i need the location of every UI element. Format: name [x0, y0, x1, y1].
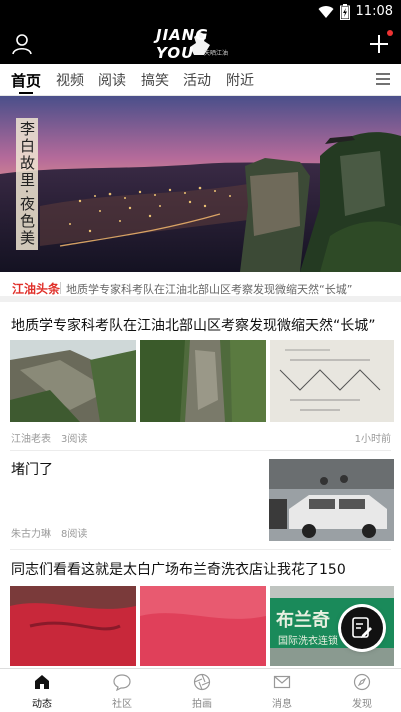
tab-video[interactable]: 视频 — [56, 70, 84, 90]
tab-reading[interactable]: 阅读 — [98, 70, 126, 90]
bottom-navigation: 动态 社区 拍画 消息 发现 — [0, 668, 401, 712]
tab-events[interactable]: 活动 — [183, 70, 211, 90]
battery-icon — [339, 4, 350, 20]
nav-label: 拍画 — [192, 699, 212, 710]
article-thumbnail — [10, 586, 136, 666]
tab-nearby[interactable]: 附近 — [226, 70, 254, 90]
hero-banner[interactable]: 李白故里·夜色美 — [0, 96, 401, 272]
wifi-icon — [318, 6, 334, 19]
article-thumbnail — [270, 340, 394, 422]
category-tabs: 首页 视频 阅读 搞笑 活动 附近 — [0, 64, 401, 96]
nav-item-feed[interactable]: 动态 — [12, 673, 72, 710]
nav-item-messages[interactable]: 消息 — [252, 673, 312, 710]
menu-icon[interactable] — [375, 72, 391, 86]
nav-label: 动态 — [32, 699, 52, 710]
sign-subtext: 国际洗衣连锁 — [278, 634, 338, 647]
app-logo: JIANG YOU 天晒江油 — [156, 26, 246, 62]
plus-icon — [370, 35, 388, 53]
article-author: 江油老表 — [11, 434, 51, 445]
article-author: 朱古力琳 — [11, 529, 51, 540]
sign-text: 布兰奇 — [276, 609, 330, 631]
article-reads: 8阅读 — [61, 529, 88, 540]
status-time: 11:08 — [355, 4, 393, 19]
chat-bubble-icon — [113, 674, 131, 691]
nav-label: 发现 — [352, 699, 372, 710]
status-bar: 11:08 — [0, 0, 401, 24]
nav-item-discover[interactable]: 发现 — [332, 673, 392, 710]
banner-image — [0, 96, 401, 272]
banner-caption: 李白故里·夜色美 — [16, 118, 38, 250]
tab-home[interactable]: 首页 — [11, 70, 41, 94]
logo-text: JIANG YOU — [156, 26, 209, 62]
article-thumbnail — [10, 340, 136, 422]
home-icon — [35, 675, 49, 689]
compass-icon — [353, 673, 371, 691]
article-item[interactable]: 堵门了 朱古力琳 8阅读 — [0, 451, 401, 548]
nav-label: 消息 — [272, 699, 292, 710]
ticker-text: 地质学专家科考队在江油北部山区考察发现微缩天然“长城” — [66, 283, 353, 296]
app-header: JIANG YOU 天晒江油 — [0, 24, 401, 64]
mail-icon — [273, 675, 291, 689]
article-title: 同志们看看这就是太白广场布兰奇洗衣店让我花了150 — [11, 562, 346, 578]
status-icons: 11:08 — [318, 3, 393, 21]
article-reads: 3阅读 — [61, 434, 88, 445]
aperture-icon — [193, 673, 211, 691]
notification-dot — [387, 30, 393, 36]
headline-ticker[interactable]: 江油头条 地质学专家科考队在江油北部山区考察发现微缩天然“长城” — [0, 274, 401, 302]
article-item[interactable]: 地质学专家科考队在江油北部山区考察发现微缩天然“长城” 江油老表 3阅读 1小时… — [0, 308, 401, 450]
nav-item-photo[interactable]: 拍画 — [172, 673, 232, 710]
article-time: 1小时前 — [354, 434, 391, 445]
user-icon[interactable] — [10, 32, 34, 56]
article-thumbnail — [140, 340, 266, 422]
article-title: 堵门了 — [11, 462, 53, 478]
logo-subtext: 天晒江油 — [204, 50, 229, 57]
ticker-tag: 江油头条 — [12, 282, 61, 296]
tab-funny[interactable]: 搞笑 — [141, 70, 169, 90]
add-button[interactable] — [367, 30, 393, 56]
article-thumbnail — [269, 459, 394, 541]
article-title: 地质学专家科考队在江油北部山区考察发现微缩天然“长城” — [11, 318, 376, 334]
nav-item-community[interactable]: 社区 — [92, 673, 152, 710]
ticker-separator — [60, 282, 61, 294]
compose-button[interactable] — [341, 607, 383, 649]
edit-note-icon — [352, 617, 372, 638]
article-thumbnail — [140, 586, 266, 666]
nav-label: 社区 — [112, 699, 132, 710]
